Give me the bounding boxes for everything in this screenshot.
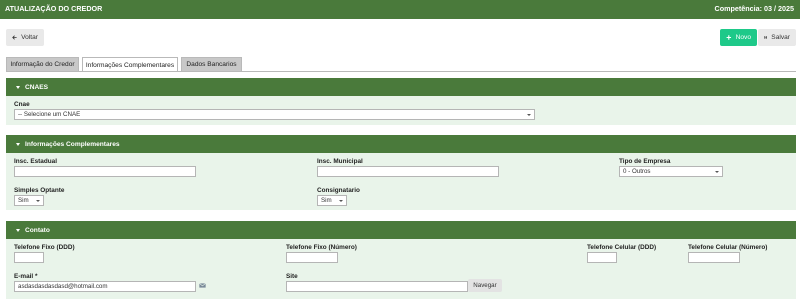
- simples-optante-value: Sim: [18, 197, 29, 204]
- arrow-left-icon: [12, 35, 17, 40]
- consignatario-label: Consignatario: [317, 187, 360, 194]
- panel-title: CNAES: [25, 83, 49, 91]
- cnae-select-value: -- Selecione um CNAE: [18, 111, 81, 118]
- tel-fixo-ddd-label: Telefone Fixo (DDD): [14, 244, 75, 251]
- plus-icon: [726, 35, 732, 40]
- caret-down-icon: [16, 85, 20, 89]
- new-button[interactable]: Novo: [720, 29, 757, 46]
- app-header: ATUALIZAÇÃO DO CREDOR Competência: 03 / …: [0, 0, 800, 19]
- consignatario-value: Sim: [321, 197, 332, 204]
- tel-fixo-ddd-input[interactable]: [14, 252, 44, 263]
- insc-estadual-label: Insc. Estadual: [14, 158, 57, 165]
- chevron-down-icon: [527, 114, 531, 116]
- save-button-label: Salvar: [771, 34, 790, 41]
- tab-label: Dados Bancarios: [186, 61, 237, 68]
- simples-optante-label: Simples Optante: [14, 187, 65, 194]
- tel-celular-numero-label: Telefone Celular (Número): [688, 244, 768, 251]
- back-button-label: Voltar: [21, 34, 38, 41]
- panel-title: Informações Complementares: [25, 140, 120, 148]
- tipo-empresa-value: 0 - Outros: [623, 168, 651, 175]
- chevron-down-icon: [715, 171, 719, 173]
- cnaes-panel-header[interactable]: CNAES: [6, 78, 796, 96]
- tab-label: Informações Complementares: [85, 61, 175, 69]
- tipo-empresa-label: Tipo de Empresa: [619, 158, 671, 165]
- tab-informacoes-complementares[interactable]: Informações Complementares: [82, 57, 178, 72]
- cnae-label: Cnae: [14, 101, 30, 108]
- simples-optante-select[interactable]: Sim: [14, 195, 44, 206]
- caret-down-icon: [16, 228, 20, 232]
- consignatario-select[interactable]: Sim: [317, 195, 347, 206]
- tab-informacao-do-credor[interactable]: Informação do Credor: [6, 57, 79, 71]
- chevron-down-icon: [339, 200, 343, 202]
- contato-panel-header[interactable]: Contato: [6, 221, 796, 239]
- save-button[interactable]: Salvar: [758, 29, 796, 46]
- caret-down-icon: [16, 142, 20, 146]
- tab-divider: [6, 71, 796, 72]
- tel-celular-ddd-input[interactable]: [587, 252, 617, 263]
- competencia-label: Competência: 03 / 2025: [714, 4, 795, 13]
- site-label: Site: [286, 273, 298, 280]
- chevron-down-icon: [36, 200, 40, 202]
- email-field[interactable]: asdasdasdasdasd@hotmail.com: [14, 281, 196, 292]
- floppy-disk-icon: [764, 36, 767, 39]
- panel-title: Contato: [25, 226, 50, 234]
- insc-municipal-label: Insc. Municipal: [317, 158, 363, 165]
- envelope-icon[interactable]: [199, 283, 206, 288]
- insc-municipal-input[interactable]: [317, 166, 499, 177]
- tab-label: Informação do Credor: [10, 61, 75, 68]
- tel-fixo-numero-input[interactable]: [286, 252, 338, 263]
- new-button-label: Novo: [735, 34, 751, 41]
- back-button[interactable]: Voltar: [6, 29, 44, 46]
- cnae-select[interactable]: -- Selecione um CNAE: [14, 109, 535, 120]
- email-label: E-mail *: [14, 273, 38, 280]
- tipo-empresa-select[interactable]: 0 - Outros: [619, 166, 723, 177]
- navegar-button[interactable]: Navegar: [468, 279, 502, 292]
- site-input[interactable]: [286, 281, 468, 292]
- tel-celular-numero-input[interactable]: [688, 252, 740, 263]
- insc-estadual-input[interactable]: [14, 166, 196, 177]
- tab-dados-bancarios[interactable]: Dados Bancarios: [181, 57, 242, 71]
- page-title: ATUALIZAÇÃO DO CREDOR: [5, 4, 103, 13]
- tel-fixo-numero-label: Telefone Fixo (Número): [286, 244, 357, 251]
- complementares-panel-header[interactable]: Informações Complementares: [6, 135, 796, 153]
- tel-celular-ddd-label: Telefone Celular (DDD): [587, 244, 657, 251]
